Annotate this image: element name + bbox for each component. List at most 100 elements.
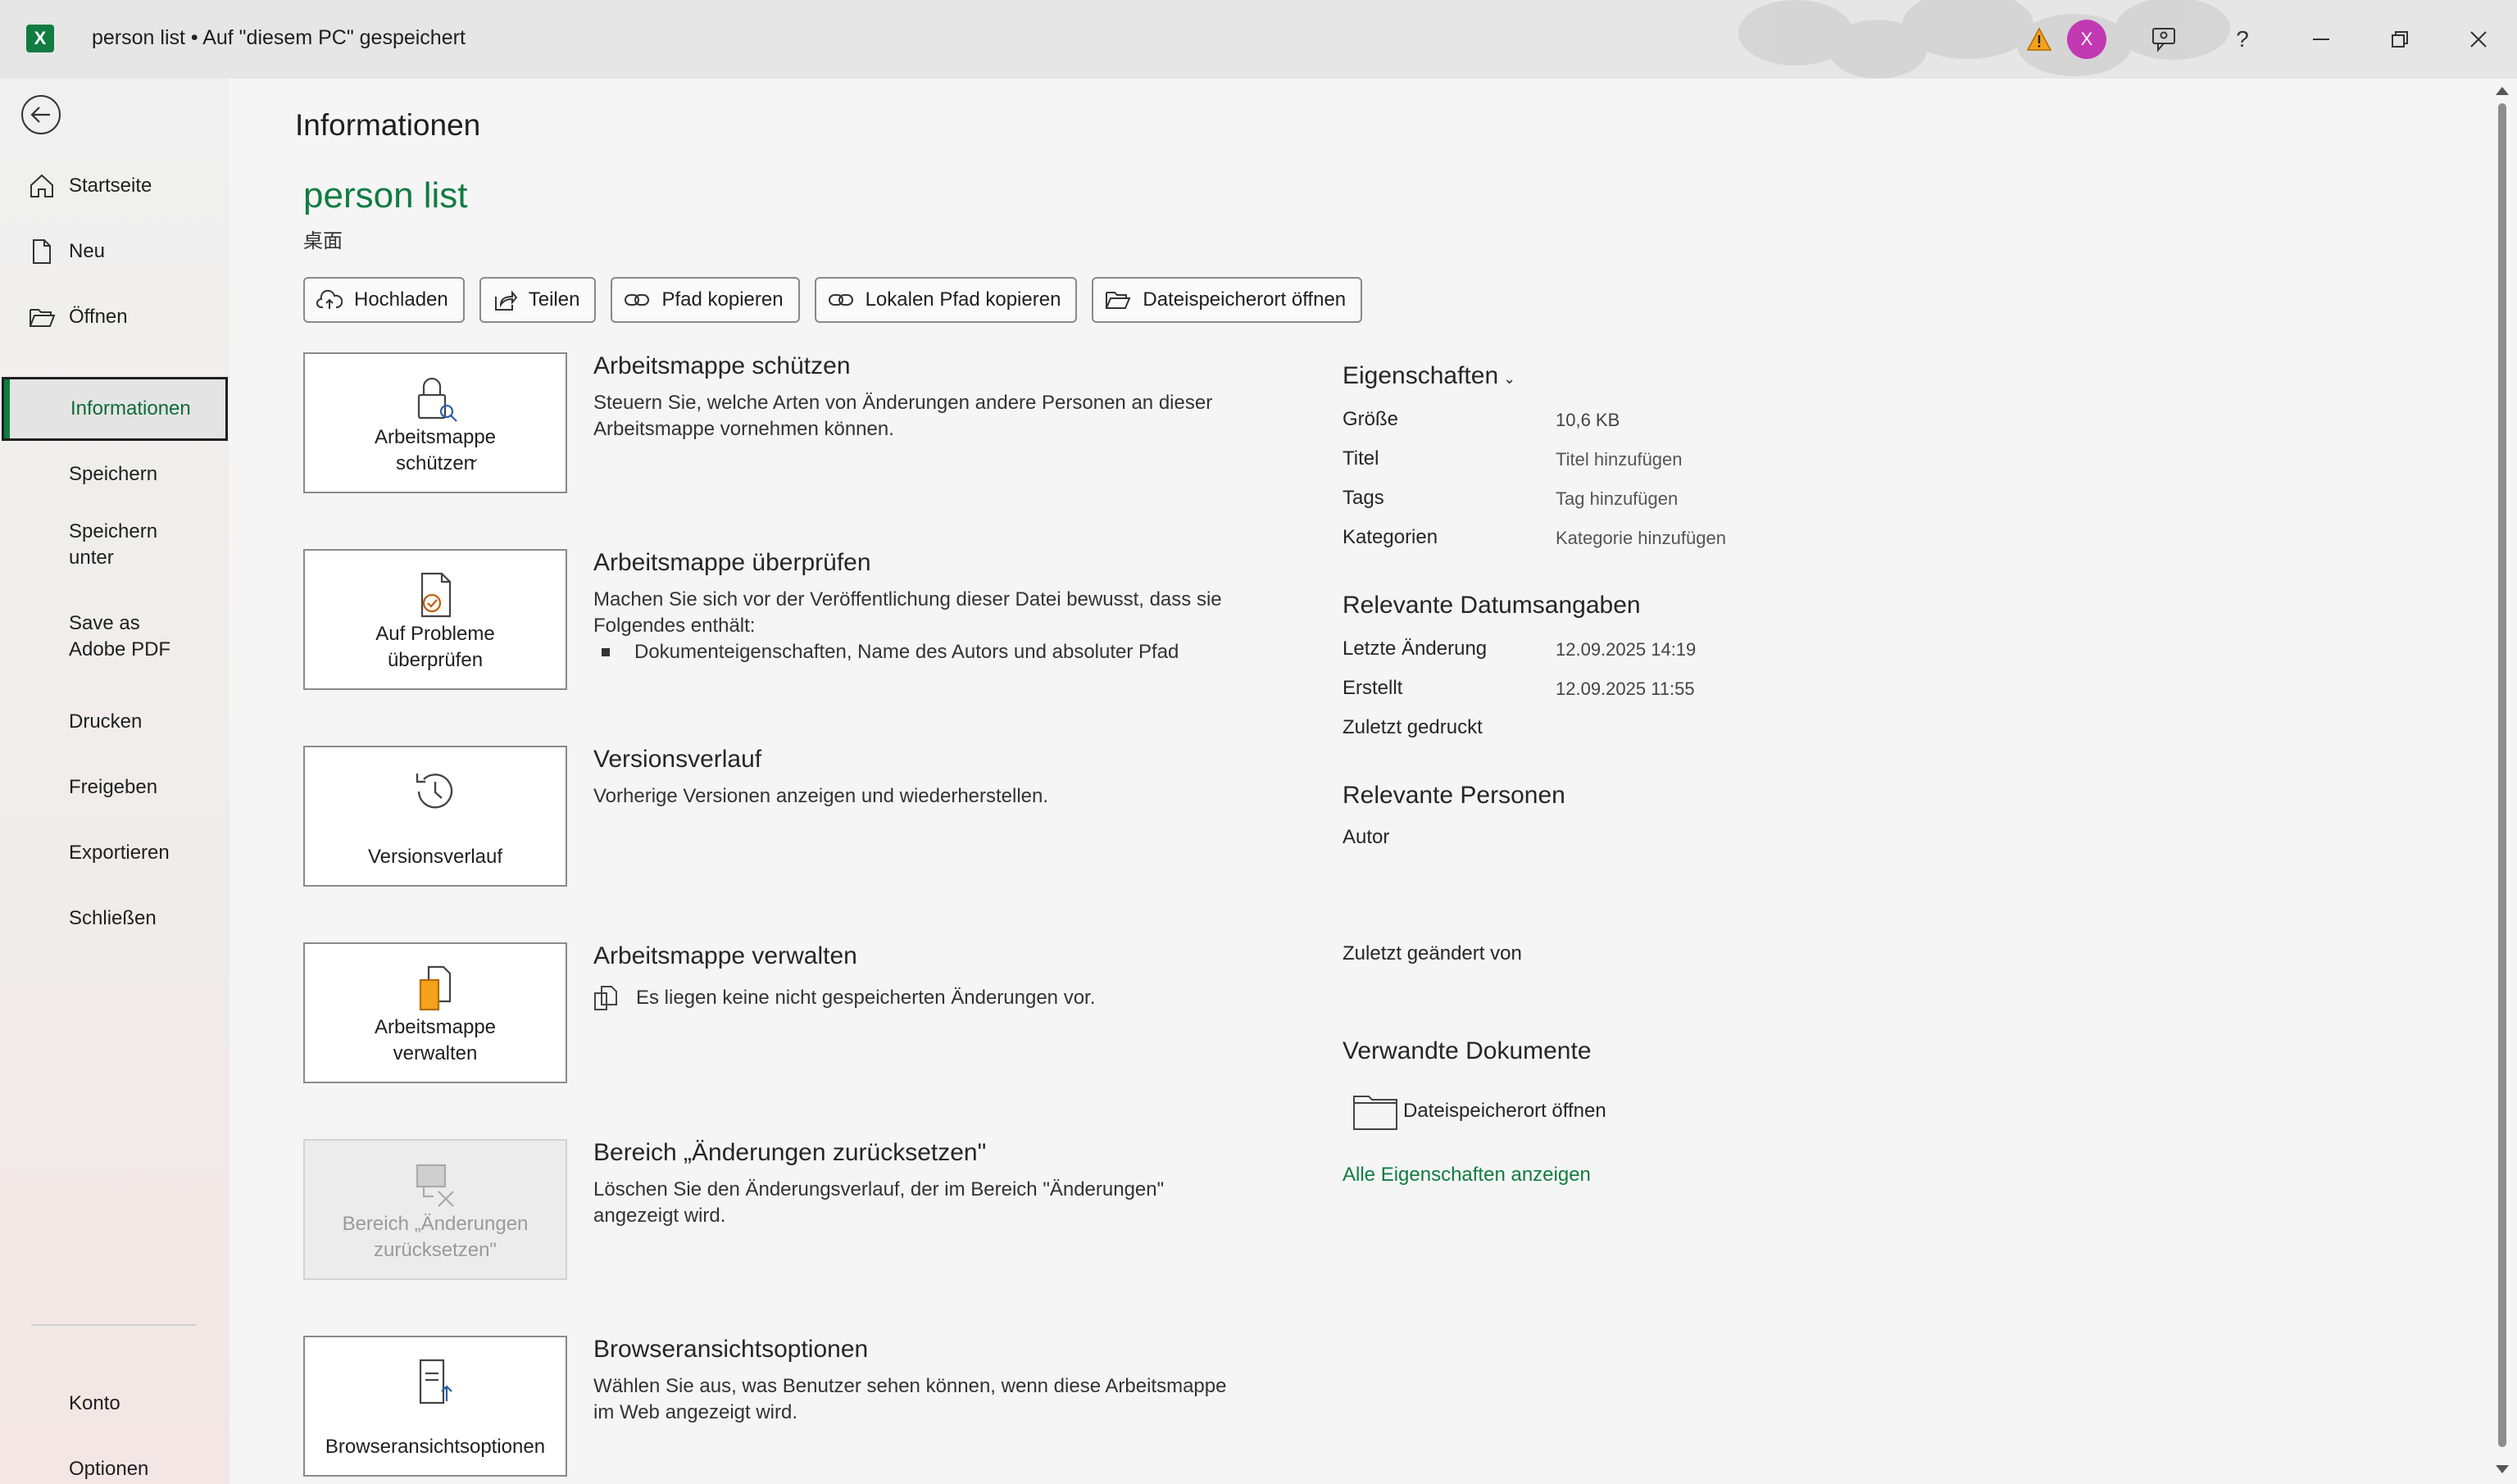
scroll-down-icon[interactable] xyxy=(2496,1465,2509,1473)
title-bar: X person list • Auf "diesem PC" gespeich… xyxy=(0,0,2517,79)
manage-workbook-button[interactable]: Arbeitsmappe verwalten xyxy=(303,942,567,1083)
copy-path-button[interactable]: Pfad kopieren xyxy=(611,277,800,323)
sidebar-item-new[interactable]: Neu xyxy=(0,220,229,284)
date-label: Letzte Änderung xyxy=(1343,638,1488,660)
scroll-up-icon[interactable] xyxy=(2496,87,2509,95)
reset-changes-pane-button: Bereich „Änderungen zurücksetzen" xyxy=(303,1139,567,1280)
open-file-location-button[interactable]: Dateispeicherort öffnen xyxy=(1092,277,1363,323)
inspection-bullet: Dokumenteigenschaften, Name des Autors u… xyxy=(602,641,1179,664)
user-avatar[interactable]: X xyxy=(2067,20,2106,59)
sidebar-item-options[interactable]: Optionen xyxy=(0,1437,229,1484)
last-modified-by-label: Zuletzt geändert von xyxy=(1343,942,1522,964)
property-label: Tags xyxy=(1343,487,1384,509)
backstage-sidebar: Startseite Neu Öffnen Informationen Spei… xyxy=(0,79,229,1484)
cloud-upload-icon xyxy=(316,289,343,309)
property-value: 10,6 KB xyxy=(1556,410,1620,430)
section-title: Versionsverlauf xyxy=(593,746,762,773)
reset-changes-icon xyxy=(416,1164,454,1207)
vertical-scrollbar[interactable] xyxy=(2488,79,2517,1484)
property-value-title[interactable]: Titel hinzufügen xyxy=(1556,449,1683,470)
sidebar-item-home[interactable]: Startseite xyxy=(0,154,229,218)
sidebar-divider xyxy=(31,1324,197,1326)
sidebar-item-label: Informationen xyxy=(70,397,191,420)
section-description: Steuern Sie, welche Arten von Änderungen… xyxy=(593,392,1213,440)
sidebar-item-account[interactable]: Konto xyxy=(0,1372,229,1436)
browser-view-options-button[interactable]: Browseransichtsoptionen xyxy=(303,1336,567,1477)
bullet-icon xyxy=(602,648,610,656)
properties-dropdown[interactable]: Eigenschaften ⌄ xyxy=(1343,362,1515,390)
share-label: Teilen xyxy=(528,288,580,311)
reset-changes-label: Bereich „Änderungen zurücksetzen" xyxy=(342,1213,529,1261)
minimize-icon[interactable] xyxy=(2303,21,2339,57)
sidebar-item-label: Drucken xyxy=(69,710,143,733)
share-button[interactable]: Teilen xyxy=(479,277,597,323)
protect-workbook-button[interactable]: Arbeitsmappe schützen ⌄ xyxy=(303,352,567,493)
restore-icon[interactable] xyxy=(2382,21,2418,57)
date-label: Zuletzt gedruckt xyxy=(1343,716,1483,738)
sidebar-item-open[interactable]: Öffnen xyxy=(0,285,229,349)
sidebar-item-info[interactable]: Informationen xyxy=(2,377,228,441)
manage-workbook-icon xyxy=(419,965,452,1011)
document-path: 桌面 xyxy=(303,230,343,252)
link-icon xyxy=(828,294,853,306)
property-value-categories[interactable]: Kategorie hinzufügen xyxy=(1556,528,1726,549)
section-description: Wählen Sie aus, was Benutzer sehen könne… xyxy=(593,1375,1227,1423)
copy-local-path-label: Lokalen Pfad kopieren xyxy=(865,288,1061,311)
sidebar-item-save-adobe-pdf[interactable]: Save as Adobe PDF xyxy=(0,605,189,669)
sidebar-item-save-as[interactable]: Speichern unter xyxy=(0,513,189,577)
browser-view-label: Browseransichtsoptionen xyxy=(325,1436,546,1458)
section-description: Vorherige Versionen anzeigen und wiederh… xyxy=(593,785,1049,807)
open-file-location-link[interactable]: Dateispeicherort öffnen xyxy=(1403,1100,1606,1123)
sidebar-item-save[interactable]: Speichern xyxy=(0,442,229,506)
show-all-properties-link[interactable]: Alle Eigenschaften anzeigen xyxy=(1343,1164,1591,1187)
folder-icon[interactable] xyxy=(1352,1091,1398,1131)
people-header: Relevante Personen xyxy=(1343,782,1565,809)
lock-icon xyxy=(417,377,457,422)
excel-logo-icon: X xyxy=(26,25,54,52)
title-bar-decoration xyxy=(1738,0,2230,79)
sidebar-item-export[interactable]: Exportieren xyxy=(0,821,229,885)
unsaved-changes-info: Es liegen keine nicht gespeicherten Ände… xyxy=(593,985,1095,1011)
dates-header: Relevante Datumsangaben xyxy=(1343,592,1641,619)
chevron-down-icon: ⌄ xyxy=(469,452,480,465)
version-history-button[interactable]: Versionsverlauf xyxy=(303,746,567,887)
sidebar-item-label: Öffnen xyxy=(69,306,128,328)
sidebar-item-label: Speichern xyxy=(69,463,158,485)
sidebar-item-label: Speichern unter xyxy=(69,520,158,569)
unsaved-changes-text: Es liegen keine nicht gespeicherten Ände… xyxy=(636,987,1096,1009)
section-title: Arbeitsmappe schützen xyxy=(593,352,851,379)
back-arrow-icon[interactable] xyxy=(21,95,61,134)
warning-icon[interactable] xyxy=(2021,21,2057,57)
comments-icon[interactable] xyxy=(2146,21,2182,57)
link-icon xyxy=(625,294,650,306)
version-history-label: Versionsverlauf xyxy=(367,846,503,868)
sidebar-item-print[interactable]: Drucken xyxy=(0,690,229,754)
sidebar-item-share[interactable]: Freigeben xyxy=(0,756,229,819)
date-label: Erstellt xyxy=(1343,677,1403,699)
close-icon[interactable] xyxy=(2460,21,2497,57)
window-title: person list • Auf "diesem PC" gespeicher… xyxy=(92,26,466,49)
document-versions-icon xyxy=(594,986,617,1010)
sidebar-item-label: Exportieren xyxy=(69,842,170,864)
property-label: Größe xyxy=(1343,408,1399,430)
property-value-tags[interactable]: Tag hinzufügen xyxy=(1556,488,1678,510)
scroll-thumb[interactable] xyxy=(2498,103,2506,1447)
section-title: Arbeitsmappe verwalten xyxy=(593,942,857,969)
home-icon xyxy=(30,174,53,197)
info-page: Informationen person list 桌面 Hochladen T… xyxy=(229,79,2488,1484)
browser-view-icon xyxy=(419,1359,452,1405)
help-icon[interactable]: ? xyxy=(2224,21,2260,57)
copy-local-path-button[interactable]: Lokalen Pfad kopieren xyxy=(814,277,1078,323)
section-title: Bereich „Änderungen zurücksetzen" xyxy=(593,1139,987,1166)
date-value: 12.09.2025 11:55 xyxy=(1556,678,1695,699)
protect-workbook-label: Arbeitsmappe schützen xyxy=(374,426,497,474)
sidebar-item-label: Konto xyxy=(69,1392,120,1414)
section-title: Arbeitsmappe überprüfen xyxy=(593,549,871,576)
upload-button[interactable]: Hochladen xyxy=(303,277,465,323)
section-title: Browseransichtsoptionen xyxy=(593,1336,869,1363)
property-label: Kategorien xyxy=(1343,526,1438,548)
open-file-location-label: Dateispeicherort öffnen xyxy=(1143,288,1347,311)
sidebar-item-close[interactable]: Schließen xyxy=(0,887,229,951)
check-issues-button[interactable]: Auf Probleme überprüfen xyxy=(303,549,567,690)
sidebar-item-label: Save as Adobe PDF xyxy=(69,612,171,660)
